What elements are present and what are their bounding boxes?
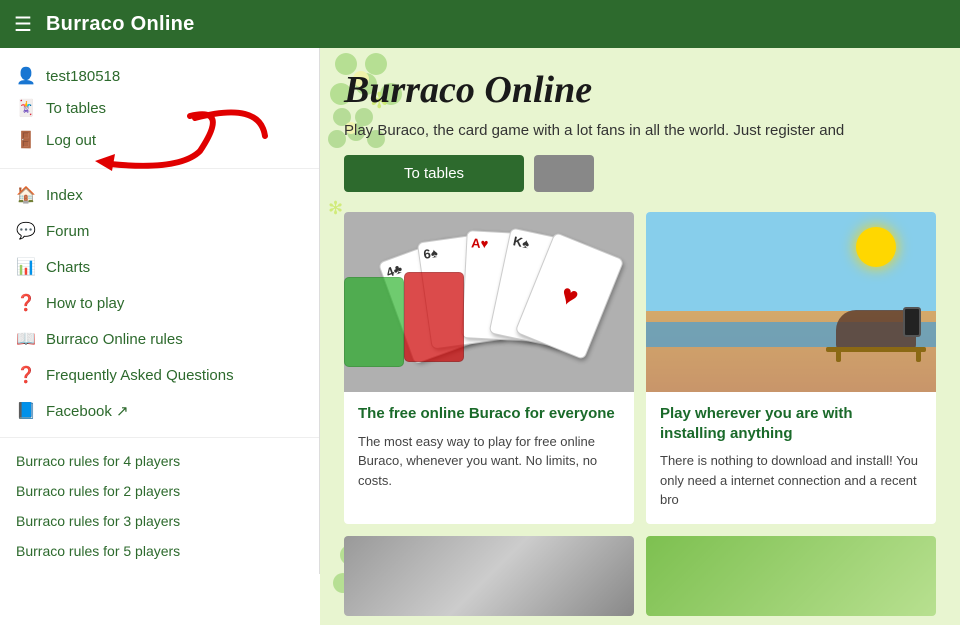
- username-label: test180518: [46, 68, 120, 85]
- content-area: ✻ ✻ Burraco Online Play Buraco, the card…: [320, 48, 960, 625]
- playing-cards-image: 4♣ 6♠ A♥ K♠ ♥: [344, 212, 634, 392]
- user-section: 👤 test180518 🃏 To tables 🚪 Log out: [0, 48, 319, 169]
- hero-buttons: To tables: [344, 155, 936, 192]
- hero-subtitle: Play Buraco, the card game with a lot fa…: [344, 122, 936, 139]
- app-title: Burraco Online: [46, 13, 195, 36]
- nav-facebook-label: Facebook ↗: [46, 402, 129, 420]
- card2-title: Play wherever you are with installing an…: [660, 404, 922, 443]
- sidebar-item-index[interactable]: 🏠 Index: [0, 177, 319, 213]
- card1-body: The free online Buraco for everyone The …: [344, 392, 634, 504]
- links-section: Burraco rules for 4 players Burraco rule…: [0, 438, 319, 574]
- logout-item[interactable]: 🚪 Log out: [16, 124, 303, 156]
- charts-icon: 📊: [16, 257, 36, 277]
- forum-icon: 💬: [16, 221, 36, 241]
- card-play-anywhere: Play wherever you are with installing an…: [646, 212, 936, 524]
- bottom-images-row: [344, 536, 936, 616]
- bottom-image-1: [344, 536, 634, 616]
- table-icon: 🃏: [16, 98, 36, 118]
- hero-title: Burraco Online: [344, 68, 936, 112]
- nav-howtoplay-label: How to play: [46, 295, 124, 312]
- sidebar: 👤 test180518 🃏 To tables 🚪 Log out 🏠 Ind…: [0, 48, 320, 574]
- sidebar-item-facebook[interactable]: 📘 Facebook ↗: [0, 393, 319, 429]
- logout-label: Log out: [46, 132, 96, 149]
- sidebar-item-rules[interactable]: 📖 Burraco Online rules: [0, 321, 319, 357]
- nav-rules-label: Burraco Online rules: [46, 331, 183, 348]
- username-item: 👤 test180518: [16, 60, 303, 92]
- bottom-image-2: [646, 536, 936, 616]
- register-button[interactable]: [534, 155, 594, 192]
- home-icon: 🏠: [16, 185, 36, 205]
- rules-icon: 📖: [16, 329, 36, 349]
- faq-icon: ❓: [16, 365, 36, 385]
- card2-body: Play wherever you are with installing an…: [646, 392, 936, 524]
- topbar: ☰ Burraco Online: [0, 0, 960, 48]
- sidebar-item-forum[interactable]: 💬 Forum: [0, 213, 319, 249]
- nav-index-label: Index: [46, 187, 83, 204]
- hero-title-text: Burraco Online: [344, 69, 592, 111]
- nav-forum-label: Forum: [46, 223, 89, 240]
- beach-image: [646, 212, 936, 392]
- nav-charts-label: Charts: [46, 259, 90, 276]
- main-area: 👤 test180518 🃏 To tables 🚪 Log out 🏠 Ind…: [0, 48, 960, 625]
- card2-text: There is nothing to download and install…: [660, 451, 922, 510]
- nav-faq-label: Frequently Asked Questions: [46, 367, 234, 384]
- hamburger-menu-icon[interactable]: ☰: [14, 12, 32, 37]
- nav-section: 🏠 Index 💬 Forum 📊 Charts ❓ How to play 📖: [0, 169, 319, 438]
- link-rules-5[interactable]: Burraco rules for 5 players: [0, 536, 319, 566]
- facebook-icon: 📘: [16, 401, 36, 421]
- card1-title: The free online Buraco for everyone: [358, 404, 620, 424]
- question-icon: ❓: [16, 293, 36, 313]
- logout-icon: 🚪: [16, 130, 36, 150]
- content-inner: Burraco Online Play Buraco, the card gam…: [320, 48, 960, 625]
- sidebar-item-how-to-play[interactable]: ❓ How to play: [0, 285, 319, 321]
- card-free-buraco: 4♣ 6♠ A♥ K♠ ♥ The free online Buraco for…: [344, 212, 634, 524]
- sidebar-item-charts[interactable]: 📊 Charts: [0, 249, 319, 285]
- card1-text: The most easy way to play for free onlin…: [358, 432, 620, 491]
- sidebar-item-faq[interactable]: ❓ Frequently Asked Questions: [0, 357, 319, 393]
- link-rules-2[interactable]: Burraco rules for 2 players: [0, 476, 319, 506]
- link-rules-3[interactable]: Burraco rules for 3 players: [0, 506, 319, 536]
- to-tables-sidebar-label: To tables: [46, 100, 106, 117]
- cards-row: 4♣ 6♠ A♥ K♠ ♥ The free online Buraco for…: [344, 212, 936, 524]
- user-icon: 👤: [16, 66, 36, 86]
- link-rules-4[interactable]: Burraco rules for 4 players: [0, 446, 319, 476]
- to-tables-button[interactable]: To tables: [344, 155, 524, 192]
- sidebar-wrapper: 👤 test180518 🃏 To tables 🚪 Log out 🏠 Ind…: [0, 48, 320, 625]
- to-tables-sidebar-item[interactable]: 🃏 To tables: [16, 92, 303, 124]
